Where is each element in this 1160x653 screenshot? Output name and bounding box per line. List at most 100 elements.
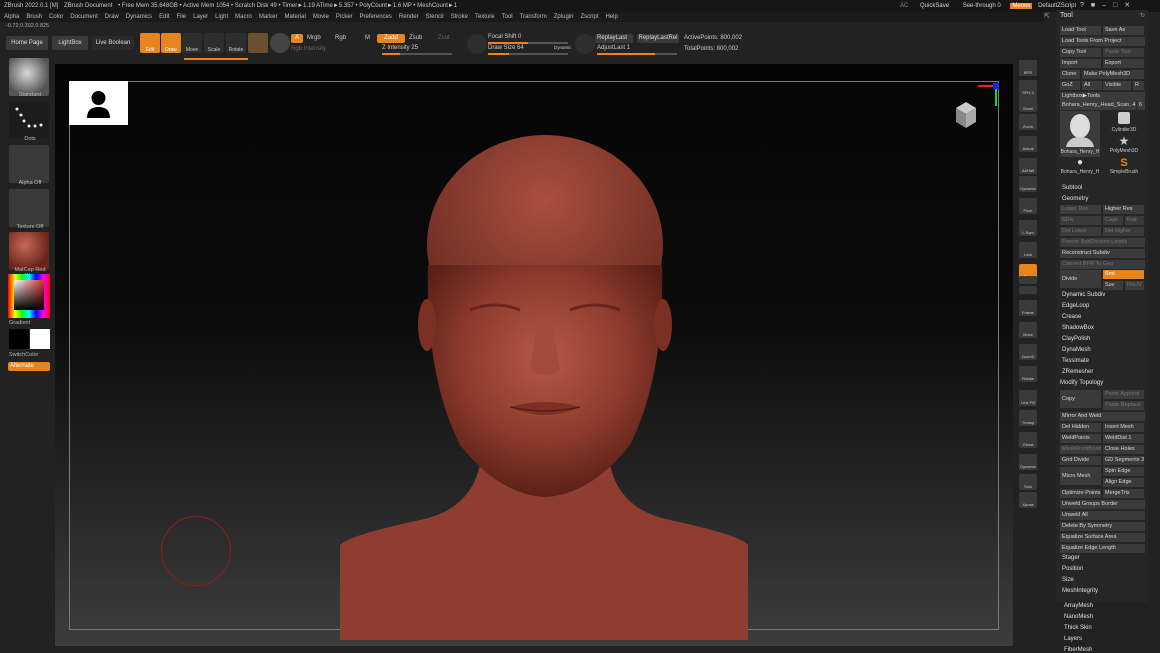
geometry-section[interactable]: Geometry xyxy=(1062,196,1088,202)
a-toggle[interactable]: A xyxy=(291,34,303,43)
shelf-dynamic-persp[interactable]: Dynamic Persp xyxy=(1019,176,1037,192)
shelf-rotate[interactable]: Rotate xyxy=(1019,366,1037,382)
mesh-from-brush-button[interactable]: MeshFromBrush xyxy=(1060,445,1101,454)
menu-tool[interactable]: Tool xyxy=(502,14,513,20)
del-lower-button[interactable]: Del Lower xyxy=(1060,227,1101,236)
menu-help[interactable]: Help xyxy=(605,14,617,20)
alternate-button[interactable]: Alternate xyxy=(8,362,50,371)
draw-size-slider[interactable]: Draw Size 64 xyxy=(488,45,524,51)
menu-stroke[interactable]: Stroke xyxy=(451,14,468,20)
menu-color[interactable]: Color xyxy=(49,14,63,20)
shelf-line-fill-polyf[interactable]: Line Fill PolyF xyxy=(1019,390,1037,406)
load-tool-button[interactable]: Load Tool xyxy=(1060,26,1101,35)
tool-thumb-polymesh[interactable]: ★ PolyMesh3D xyxy=(1104,134,1144,156)
tool-thumb-simplebrush[interactable]: S SimpleBrush xyxy=(1104,157,1144,177)
move-palette-icon[interactable]: ⇱ xyxy=(1044,12,1050,20)
shelf-solo[interactable]: Solo xyxy=(1019,474,1037,490)
z-intensity-track[interactable] xyxy=(382,53,452,55)
refresh-icon[interactable]: ↻ xyxy=(1140,12,1145,19)
merge-tris-button[interactable]: MergeTris xyxy=(1103,489,1144,498)
item-size[interactable]: Size xyxy=(1062,577,1074,583)
mrgb-button[interactable]: Mrgb xyxy=(307,35,321,41)
item-thick-skin[interactable]: Thick Skin xyxy=(1064,625,1092,631)
make-polymesh-button[interactable]: Make PolyMesh3D xyxy=(1082,70,1144,79)
menu-draw[interactable]: Draw xyxy=(105,14,119,20)
goz-button[interactable]: GoZ xyxy=(1060,81,1080,90)
secondary-color-swatch[interactable] xyxy=(30,329,50,349)
shelf-move[interactable]: Move xyxy=(1019,322,1037,338)
load-tools-from-project-button[interactable]: Load Tools From Project xyxy=(1060,37,1145,46)
item-crease[interactable]: Crease xyxy=(1062,314,1081,320)
switch-color-button[interactable]: SwitchColor xyxy=(9,352,51,358)
clone-button[interactable]: Clone xyxy=(1060,70,1080,79)
menu-zscript[interactable]: Zscript xyxy=(580,14,598,20)
close-icon[interactable]: ✕ xyxy=(1124,2,1137,9)
lightbox-button[interactable]: LightBox xyxy=(52,36,88,50)
quicksave-button[interactable]: QuickSave xyxy=(920,3,949,9)
sdiv-slider[interactable]: SDiv xyxy=(1060,216,1101,225)
item-edgeloop[interactable]: EdgeLoop xyxy=(1062,303,1089,309)
gd-segments-slider[interactable]: GD Segments 3 xyxy=(1103,456,1144,465)
item-stager[interactable]: Stager xyxy=(1062,555,1080,561)
zadd-button[interactable]: Zadd xyxy=(377,34,405,43)
menu-edit[interactable]: Edit xyxy=(159,14,169,20)
shelf-transp[interactable]: Transp xyxy=(1019,410,1037,426)
menu-macro[interactable]: Macro xyxy=(235,14,252,20)
reference-thumbnail[interactable] xyxy=(69,81,128,125)
rstr-button[interactable]: Rstr xyxy=(1125,216,1144,225)
goz-all-button[interactable]: All xyxy=(1082,81,1102,90)
shelf-spix-3[interactable]: SPix 3 xyxy=(1019,80,1037,96)
menu-file[interactable]: File xyxy=(176,14,186,20)
palette-icon[interactable]: ■ xyxy=(1091,2,1102,9)
menu-marker[interactable]: Marker xyxy=(259,14,278,20)
convert-bpr-button[interactable]: Convert BPR To Geo xyxy=(1060,260,1145,269)
item-nanomesh[interactable]: NanoMesh xyxy=(1064,614,1093,620)
goz-r-button[interactable]: R xyxy=(1133,81,1144,90)
item-shadowbox[interactable]: ShadowBox xyxy=(1062,325,1094,331)
shelf-l-sym[interactable]: L.Sym xyxy=(1019,220,1037,236)
export-button[interactable]: Export xyxy=(1103,59,1144,68)
item-meshintegrity[interactable]: MeshIntegrity xyxy=(1062,588,1098,594)
replay-last-rel-button[interactable]: ReplayLastRel xyxy=(637,34,679,43)
focal-track[interactable] xyxy=(488,42,568,44)
menu-material[interactable]: Material xyxy=(285,14,306,20)
current-tool-slider[interactable]: Bohara_Henry_Head_Scan. 4 xyxy=(1060,101,1136,110)
del-hidden-button[interactable]: Del Hidden xyxy=(1060,423,1101,432)
menu-alpha[interactable]: Alpha xyxy=(4,14,19,20)
menu-layer[interactable]: Layer xyxy=(193,14,208,20)
unweld-all-button[interactable]: Unweld All xyxy=(1060,511,1145,520)
focal-shift-slider[interactable]: Focal Shift 0 xyxy=(488,34,521,40)
reuv-toggle[interactable]: ReUV xyxy=(1125,281,1144,290)
item-position[interactable]: Position xyxy=(1062,566,1083,572)
item-layers[interactable]: Layers xyxy=(1064,636,1082,642)
see-through-slider[interactable]: See-through 0 xyxy=(963,3,1001,9)
shelf-scroll[interactable]: Scroll xyxy=(1019,96,1037,112)
reconstruct-subdiv-button[interactable]: Reconstruct Subdiv xyxy=(1060,249,1145,258)
shelf-floor[interactable]: Floor xyxy=(1019,198,1037,214)
replay-last-button[interactable]: ReplayLast xyxy=(595,34,633,43)
matcap-material-icon[interactable] xyxy=(9,232,49,270)
shelf-zoomd[interactable]: ZoomD xyxy=(1019,344,1037,360)
goz-visible-button[interactable]: Visible xyxy=(1103,81,1131,90)
m-button[interactable]: M xyxy=(365,35,370,41)
copy-button[interactable]: Copy xyxy=(1060,390,1101,408)
mirror-and-weld-button[interactable]: Mirror And Weld xyxy=(1060,412,1145,421)
del-higher-button[interactable]: Del Higher xyxy=(1103,227,1144,236)
equalize-surface-area-button[interactable]: Equalize Surface Area xyxy=(1060,533,1145,542)
shelf-bpr[interactable]: BPR xyxy=(1019,60,1037,76)
item-tessimate[interactable]: Tessimate xyxy=(1062,358,1089,364)
zcut-button[interactable]: Zcut xyxy=(438,35,450,41)
insert-mesh-button[interactable]: Insert Mesh xyxy=(1103,423,1144,432)
shelf-dynamic[interactable]: Dynamic xyxy=(1019,454,1037,470)
gizmo-icon[interactable] xyxy=(270,33,290,53)
item-arraymesh[interactable]: ArrayMesh xyxy=(1064,603,1093,609)
menu-texture[interactable]: Texture xyxy=(475,14,495,20)
minimize-icon[interactable]: – xyxy=(1102,2,1113,9)
color-picker[interactable] xyxy=(8,274,50,318)
shelf-xpose[interactable]: Xpose xyxy=(1019,492,1037,508)
optimize-points-button[interactable]: Optimize Points xyxy=(1060,489,1101,498)
lightbox-tools-button[interactable]: Lightbox▶Tools xyxy=(1060,92,1145,101)
item-claypolish[interactable]: ClayPolish xyxy=(1062,336,1090,342)
help-icon[interactable]: ? xyxy=(1080,2,1091,9)
menu-brush[interactable]: Brush xyxy=(26,14,42,20)
